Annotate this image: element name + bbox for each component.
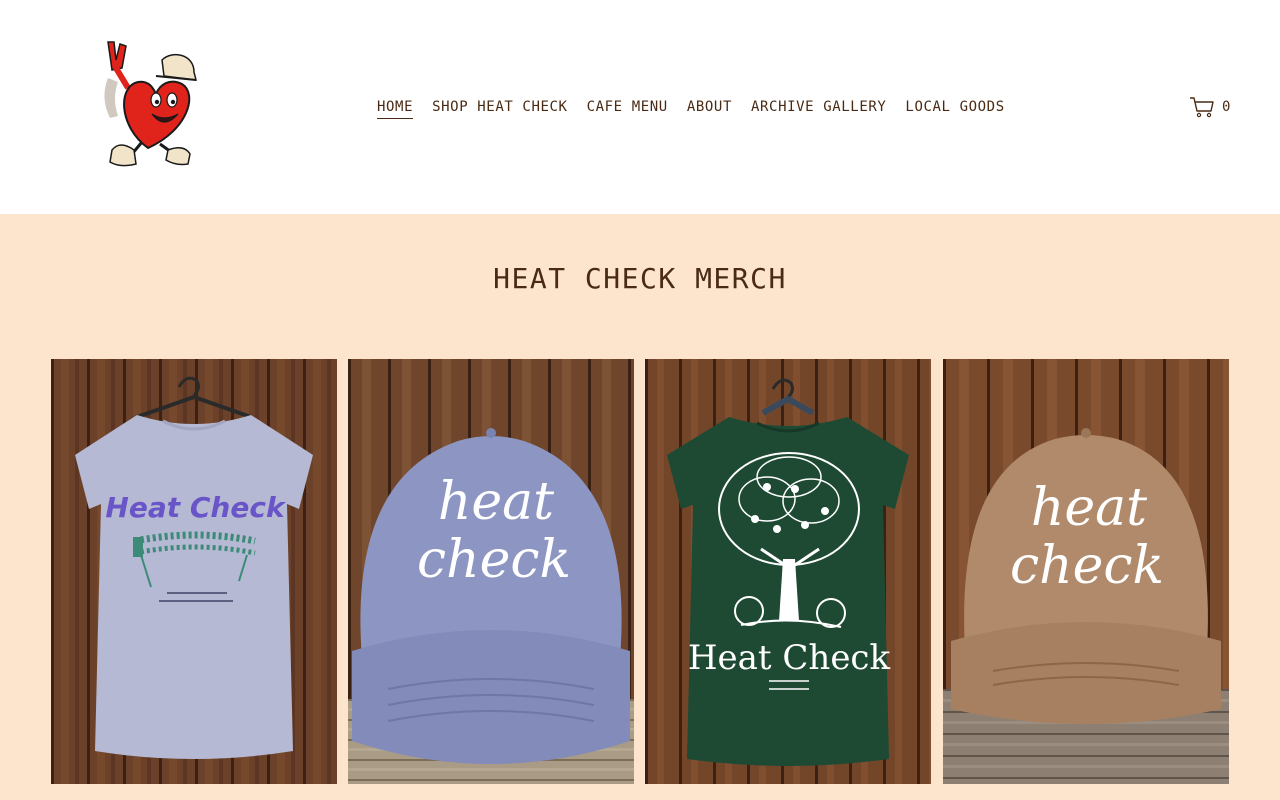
product-card-blue-cap[interactable]: heat check	[348, 359, 634, 784]
product-grid: Heat Check heat check Heat Check heat ch…	[51, 359, 1229, 784]
product-card-green-tshirt[interactable]: Heat Check	[645, 359, 931, 784]
nav-item-archive-gallery[interactable]: ARCHIVE GALLERY	[751, 98, 886, 118]
cap-print-line2: check	[1010, 536, 1164, 596]
page-title: HEAT CHECK MERCH	[493, 262, 787, 295]
cap-print-line1: heat	[438, 472, 554, 532]
main-content: HEAT CHECK MERCH Heat Check heat check H…	[0, 214, 1280, 800]
blue-cap-image: heat check	[348, 359, 634, 784]
main-nav: HOME SHOP HEAT CHECK CAFE MENU ABOUT ARC…	[377, 98, 1005, 120]
nav-item-about[interactable]: ABOUT	[687, 98, 732, 118]
nav-item-cafe-menu[interactable]: CAFE MENU	[587, 98, 668, 118]
tshirt-print-text: Heat Check	[105, 491, 287, 524]
cap-print-line1: heat	[1031, 478, 1147, 538]
nav-item-home[interactable]: HOME	[377, 98, 414, 119]
heart-mascot-logo[interactable]	[98, 38, 200, 170]
cart-count: 0	[1222, 99, 1231, 115]
product-card-grey-tshirt[interactable]: Heat Check	[51, 359, 337, 784]
green-tshirt-image: Heat Check	[645, 359, 931, 784]
tshirt-tree-print-text: Heat Check	[688, 638, 891, 678]
cart-icon	[1190, 97, 1214, 118]
cart-button[interactable]: 0	[1189, 95, 1231, 119]
logo-icon	[104, 41, 197, 167]
nav-item-local-goods[interactable]: LOCAL GOODS	[905, 98, 1004, 118]
tan-cap-image: heat check	[943, 359, 1229, 784]
nav-item-shop-heat-check[interactable]: SHOP HEAT CHECK	[432, 98, 567, 118]
product-card-tan-cap[interactable]: heat check	[943, 359, 1229, 784]
cap-print-line2: check	[417, 530, 571, 590]
grey-tshirt-image: Heat Check	[51, 359, 337, 784]
site-header: HOME SHOP HEAT CHECK CAFE MENU ABOUT ARC…	[0, 0, 1280, 214]
